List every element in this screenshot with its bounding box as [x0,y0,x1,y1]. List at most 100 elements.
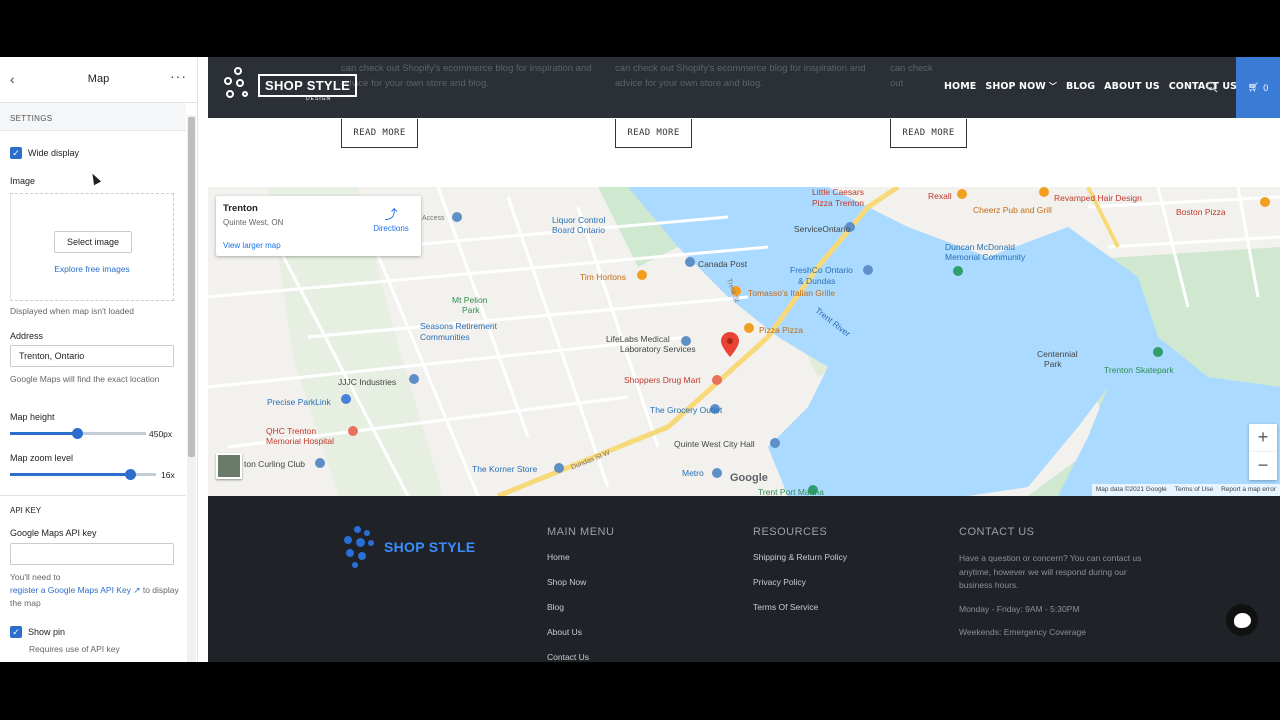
map-label: Rexall [928,191,952,201]
footer-link-shipping[interactable]: Shipping & Return Policy [753,552,847,562]
nav-blog[interactable]: BLOG [1066,81,1095,92]
map-label: Little Caesars [812,187,864,197]
address-hint: Google Maps will find the exact location [10,374,160,384]
logo-text: SHOP STYLE [258,73,358,97]
map-label: JJJC Industries [338,377,397,387]
map-label: Duncan McDonald [945,242,1015,252]
nav-shop-now[interactable]: SHOP NOW ﹀ [985,81,1057,92]
nav-about-us[interactable]: ABOUT US [1104,81,1160,92]
slider-handle[interactable] [71,428,83,439]
report-map-error-link[interactable]: Report a map error [1221,486,1276,494]
footer-link-home[interactable]: Home [547,552,614,562]
address-input[interactable]: Trenton, Ontario [10,345,174,367]
external-link-icon: ↗ [133,585,141,595]
blog-excerpt: can check out Shopify's ecommerce blog f… [615,63,866,89]
register-api-key-link[interactable]: register a Google Maps API Key [10,585,131,595]
api-hint-pre: You'll need to [10,572,61,582]
map-zoom-label: Map zoom level [10,453,74,463]
zoom-out-button[interactable]: − [1249,452,1277,480]
map-label: Cheerz Pub and Grill [973,205,1052,215]
map-label: Pizza Trenton [812,198,864,208]
footer-logo[interactable]: SHOP STYLE [340,524,475,570]
map-label: Seasons Retirement [420,321,498,331]
directions-label: Directions [373,224,409,233]
chat-button[interactable] [1226,604,1258,636]
map-data-credit: Map data ©2021 Google [1095,486,1167,493]
map-label: Board Ontario [552,225,605,235]
api-key-hint: You'll need to register a Google Maps AP… [10,571,180,610]
nav-contact-us[interactable]: CONTACT US [1169,81,1237,92]
read-more-button[interactable]: READ MORE [341,119,418,148]
footer-link-terms[interactable]: Terms Of Service [753,602,847,612]
map-zoom-slider[interactable] [10,469,156,480]
footer-link-blog[interactable]: Blog [547,602,614,612]
section-api-key: API KEY [10,506,42,515]
footer-link-shop-now[interactable]: Shop Now [547,577,614,587]
chat-bubble-icon [1233,612,1251,628]
image-label: Image [10,176,36,186]
search-icon[interactable] [1206,81,1218,93]
wide-display-checkbox[interactable]: ✓ Wide display [10,147,79,159]
image-hint: Displayed when map isn't loaded [10,306,135,316]
map-label: Park [462,305,480,315]
map-label: Tim Hortons [580,272,626,282]
map-label: Revamped Hair Design [1054,193,1142,203]
map-label: Precise ParkLink [267,397,331,407]
read-more-button[interactable]: READ MORE [615,119,692,148]
map-label: Trent Port Marina [758,487,824,496]
place-region: Quinte West, ON [223,218,284,227]
store-footer: SHOP STYLE MAIN MENU Home Shop Now Blog … [208,496,1280,662]
zoom-in-button[interactable]: + [1249,424,1277,452]
map-attribution: Map data ©2021 Google Terms of Use Repor… [1091,484,1280,496]
store-logo[interactable]: SHOP STYLE [222,65,358,105]
footer-contact: CONTACT US Have a question or concern? Y… [959,526,1155,650]
terms-of-use-link[interactable]: Terms of Use [1175,486,1213,494]
show-pin-hint: Requires use of API key [29,644,120,654]
api-key-input[interactable] [10,543,174,565]
map-label: Trenton Skatepark [1104,365,1174,375]
scrollbar-thumb[interactable] [188,117,195,457]
map-height-slider[interactable] [10,428,146,439]
map-label: FreshCo Ontario [790,265,853,275]
map-label: Memorial Hospital [266,436,335,446]
map-label: Quinte West City Hall [674,439,755,449]
footer-link-about-us[interactable]: About Us [547,627,614,637]
nav-shop-now-label: SHOP NOW [985,81,1046,92]
store-header: can check out Shopify's ecommerce blog f… [208,57,1280,118]
cart-count: 0 [1263,82,1269,93]
explore-images-link[interactable]: Explore free images [11,264,173,274]
weekend-hours: Weekends: Emergency Coverage [959,627,1086,637]
directions-button[interactable]: ⤴ Directions [371,204,411,233]
footer-main-menu: MAIN MENU Home Shop Now Blog About Us Co… [547,526,614,662]
map-label: Shoppers Drug Mart [624,375,701,385]
map-label: Laboratory Services [620,344,696,354]
logo-subtitle: DESIGN [306,96,332,102]
map-label: Access [422,215,445,222]
panel-title: Map [87,73,110,85]
panel-body: SETTINGS ✓ Wide display Image Select ima… [0,103,186,662]
view-larger-map-link[interactable]: View larger map [223,241,281,250]
ellipsis-icon[interactable]: ··· [170,68,187,84]
map-height-label: Map height [10,412,55,422]
map-label: Memorial Community [945,252,1026,262]
select-image-button[interactable]: Select image [54,231,132,253]
directions-icon: ⤴ [384,207,398,222]
show-pin-checkbox[interactable]: ✓ Show pin [10,626,65,638]
satellite-toggle[interactable] [216,453,242,479]
show-pin-label: Show pin [28,627,66,637]
slider-fill [10,432,77,435]
google-map[interactable]: Little Caesars Pizza Trenton Rexall Chee… [208,187,1280,496]
google-logo: Google [730,472,768,484]
panel-scrollbar[interactable] [187,115,196,662]
map-label: The Grocery Outlet [650,405,723,415]
api-key-label: Google Maps API key [10,528,97,538]
cart-button[interactable]: 🛒︎ 0 [1236,57,1280,118]
map-label: QHC Trenton [266,426,317,436]
map-label: Liquor Control [552,215,606,225]
map-label: The Korner Store [472,464,538,474]
footer-link-privacy[interactable]: Privacy Policy [753,577,847,587]
read-more-button[interactable]: READ MORE [890,119,967,148]
slider-handle[interactable] [124,469,136,480]
nav-home[interactable]: HOME [944,81,976,92]
footer-link-contact-us[interactable]: Contact Us [547,652,614,662]
